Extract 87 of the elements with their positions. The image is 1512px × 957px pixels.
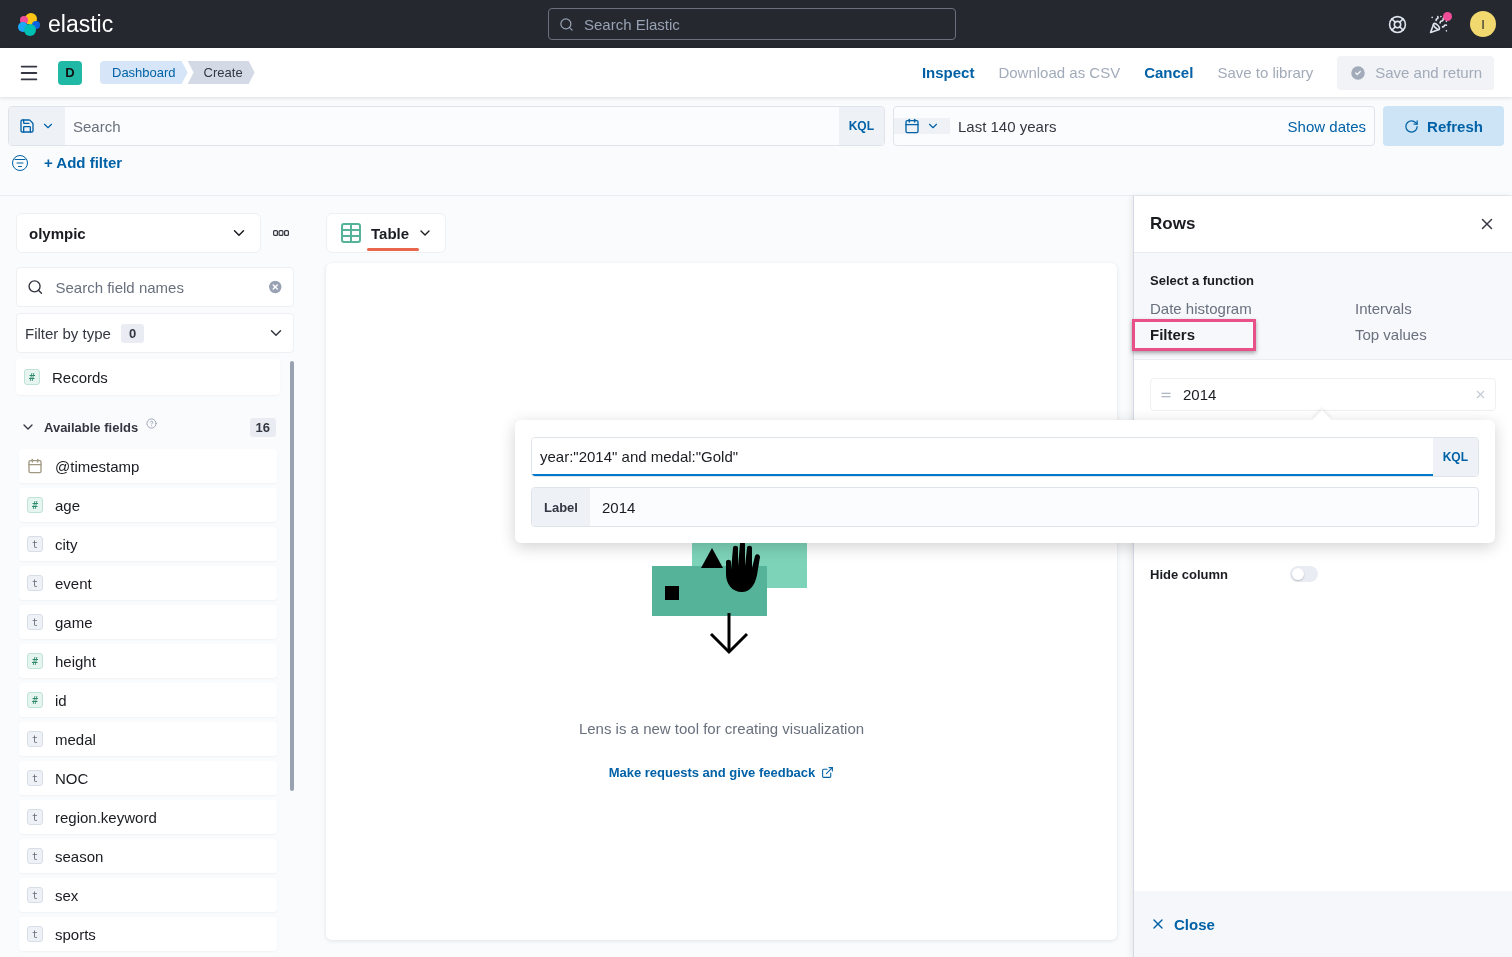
text-type-icon: t: [27, 887, 43, 903]
language-toggle[interactable]: KQL: [1432, 438, 1478, 476]
more-icon: [273, 230, 289, 236]
field-item[interactable]: t season: [19, 839, 277, 873]
logo-text: elastic: [48, 10, 114, 38]
field-item[interactable]: t NOC: [19, 761, 277, 795]
help-icon: [146, 417, 158, 429]
field-search-input[interactable]: Search field names: [53, 277, 257, 297]
field-item[interactable]: t sports: [19, 917, 277, 951]
space-avatar[interactable]: D: [58, 60, 82, 85]
field-item[interactable]: t region.keyword: [19, 800, 277, 834]
field-item[interactable]: t city: [19, 527, 277, 561]
add-filter-link[interactable]: + Add filter: [44, 154, 123, 171]
number-type-icon: #: [27, 497, 43, 513]
number-type-icon: #: [27, 692, 43, 708]
external-link-icon: [821, 766, 835, 779]
field-item[interactable]: # height: [19, 644, 277, 678]
text-type-icon: t: [27, 926, 43, 942]
time-range[interactable]: Last 140 years: [950, 117, 1057, 135]
breadcrumb[interactable]: Create: [187, 61, 255, 84]
toolbar-link[interactable]: Cancel: [1144, 64, 1194, 81]
elastic-logo[interactable]: [16, 11, 42, 37]
flyout-title: Rows: [1150, 214, 1196, 234]
field-item[interactable]: t sex: [19, 878, 277, 912]
text-type-icon: t: [27, 809, 43, 825]
table-icon: [339, 221, 363, 245]
toolbar-link[interactable]: Inspect: [921, 64, 975, 81]
filter-icon: [14, 156, 26, 169]
index-pattern-select[interactable]: olympic: [16, 213, 261, 253]
chart-type-switch[interactable]: Table: [326, 213, 447, 253]
more-button[interactable]: [273, 230, 289, 236]
close-button[interactable]: Close: [1150, 915, 1215, 933]
function-label: Select a function: [1150, 273, 1255, 288]
help-icon[interactable]: [1388, 14, 1407, 34]
text-type-icon: t: [27, 770, 43, 786]
field-item[interactable]: # Records: [16, 359, 280, 395]
filter-query-input[interactable]: year:"2014" and medal:"Gold": [532, 438, 1433, 476]
search-placeholder: Search Elastic: [584, 15, 680, 33]
refresh-button[interactable]: Refresh: [1383, 106, 1504, 146]
label-prefix: Label: [532, 488, 590, 526]
field-item[interactable]: t event: [19, 566, 277, 600]
text-type-icon: t: [27, 536, 43, 552]
feedback-link[interactable]: Make requests and give feedback: [608, 765, 835, 780]
search-icon: [559, 16, 574, 32]
function-option[interactable]: Intervals: [1347, 299, 1420, 319]
text-type-icon: t: [27, 575, 43, 591]
field-item[interactable]: # id: [19, 683, 277, 717]
label-input[interactable]: 2014: [589, 488, 1478, 526]
filter-count: 0: [120, 323, 145, 343]
number-type-icon: #: [27, 653, 43, 669]
text-type-icon: t: [27, 731, 43, 747]
show-dates-link[interactable]: Show dates: [1287, 117, 1366, 135]
filter-item[interactable]: 2014: [1150, 378, 1496, 411]
text-type-icon: t: [27, 614, 43, 630]
field-item[interactable]: t game: [19, 605, 277, 639]
field-item[interactable]: t medal: [19, 722, 277, 756]
available-fields-toggle[interactable]: Available fields 16: [16, 410, 280, 444]
filter-query-field[interactable]: year:"2014" and medal:"Gold" KQL: [531, 437, 1479, 477]
clear-icon[interactable]: [266, 278, 283, 296]
user-avatar[interactable]: I: [1470, 11, 1496, 37]
date-picker[interactable]: Last 140 years Show dates: [893, 106, 1375, 146]
function-option[interactable]: Date histogram: [1150, 299, 1260, 319]
language-toggle[interactable]: KQL: [838, 107, 884, 145]
search-field[interactable]: Search Elastic: [548, 8, 956, 40]
refresh-icon: [1404, 118, 1420, 134]
search-icon: [27, 278, 44, 296]
function-option[interactable]: Filters: [1150, 325, 1203, 345]
saved-query-button[interactable]: [9, 107, 65, 145]
query-field[interactable]: Search KQL: [8, 106, 885, 146]
save-icon: [19, 118, 35, 134]
label-field[interactable]: Label 2014: [531, 487, 1479, 527]
number-type-icon: #: [24, 369, 40, 385]
calendar-icon: [27, 458, 43, 474]
field-item[interactable]: # age: [19, 488, 277, 522]
date-quick-menu-button[interactable]: [894, 118, 950, 134]
query-input[interactable]: Search: [65, 107, 839, 145]
field-search-field[interactable]: Search field names: [16, 267, 294, 307]
function-option[interactable]: Top values: [1347, 325, 1435, 345]
hide-column-label: Hide column: [1150, 566, 1229, 582]
check-icon: [1349, 63, 1368, 82]
field-item[interactable]: @timestamp: [19, 449, 277, 483]
hide-column-switch[interactable]: [1290, 566, 1318, 582]
empty-message: Lens is a new tool for creating visualization: [578, 720, 865, 737]
filter-by-type-button[interactable]: Filter by type 0: [16, 313, 294, 353]
calendar-icon: [904, 118, 920, 134]
text-type-icon: t: [27, 848, 43, 864]
breadcrumb[interactable]: Dashboard: [100, 61, 188, 84]
